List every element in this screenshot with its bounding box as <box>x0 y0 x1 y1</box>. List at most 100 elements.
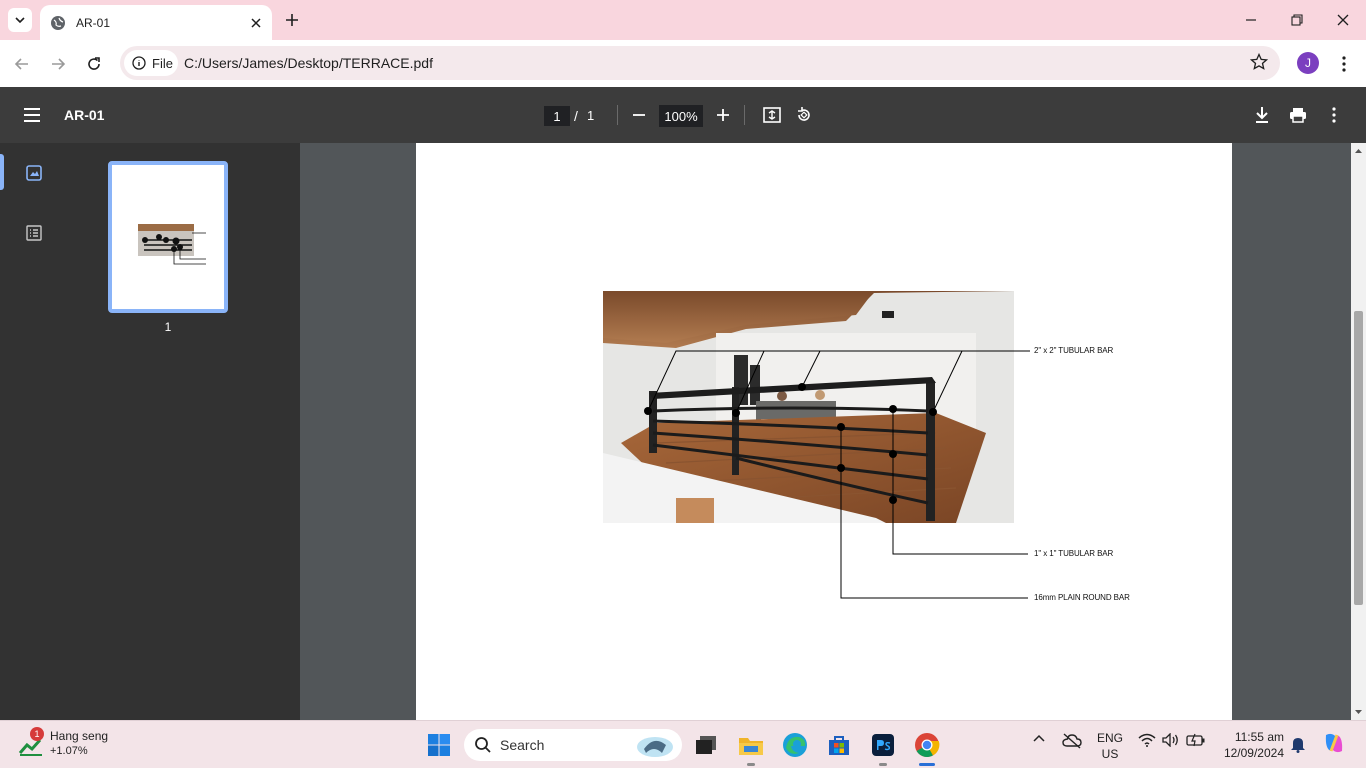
zoom-in-icon <box>717 109 729 121</box>
print-button[interactable] <box>1286 103 1310 127</box>
callout-label: 16mm PLAIN ROUND BAR <box>1034 593 1130 602</box>
download-icon <box>1256 107 1268 123</box>
hamburger-icon <box>24 108 40 122</box>
avatar[interactable]: J <box>1297 52 1319 74</box>
notification-badge: 1 <box>30 727 44 741</box>
tab-active[interactable]: AR-01 <box>40 5 272 40</box>
bookmark-button[interactable] <box>1249 52 1269 76</box>
network-button[interactable] <box>1138 733 1156 747</box>
more-vert-icon <box>1332 107 1336 123</box>
rotate-icon <box>798 107 810 121</box>
clock-date: 12/09/2024 <box>1223 746 1284 760</box>
pdf-sidebar: 1 <box>0 143 300 720</box>
restore-button[interactable] <box>1274 0 1320 40</box>
close-tab-button[interactable] <box>246 13 266 33</box>
chrome-button[interactable] <box>909 727 945 766</box>
language-line1: ENG <box>1097 731 1124 745</box>
forward-button[interactable] <box>44 50 72 78</box>
address-bar[interactable]: File C:/Users/James/Desktop/TERRACE.pdf <box>120 46 1280 80</box>
outline-tab[interactable] <box>22 221 46 245</box>
task-view-icon <box>696 736 716 754</box>
site-info-chip[interactable]: File <box>124 50 178 76</box>
site-chip-label: File <box>152 55 173 71</box>
photoshop-button[interactable] <box>865 727 901 766</box>
active-indicator <box>0 154 4 190</box>
clock[interactable]: 11:55 am 12/09/2024 <box>1216 729 1284 761</box>
pdf-more-button[interactable] <box>1322 103 1346 127</box>
globe-icon <box>50 15 66 31</box>
tab-list-button[interactable] <box>8 8 32 32</box>
battery-button[interactable] <box>1186 733 1206 747</box>
zoom-input[interactable]: 100% <box>659 105 703 127</box>
store-icon <box>829 736 849 755</box>
copilot-button[interactable] <box>1322 731 1346 755</box>
taskbar-search[interactable]: Search <box>464 729 682 761</box>
wifi-icon <box>1138 733 1156 747</box>
close-window-button[interactable] <box>1320 0 1366 40</box>
file-explorer-icon <box>739 738 763 755</box>
language-indicator[interactable]: ENG US <box>1097 730 1123 762</box>
zoom-in-button[interactable] <box>711 103 735 127</box>
language-line2: US <box>1101 747 1119 761</box>
clock-time: 11:55 am <box>1234 730 1284 744</box>
page-thumbnail[interactable] <box>108 161 228 313</box>
outline-icon <box>26 225 42 241</box>
thumbnails-icon <box>26 165 42 181</box>
tab-strip: AR-01 <box>0 0 1366 40</box>
reload-button[interactable] <box>80 50 108 78</box>
edge-button[interactable] <box>777 727 813 763</box>
scroll-down-icon <box>1355 710 1362 714</box>
toolbar-divider <box>744 105 745 125</box>
reload-icon <box>88 57 100 70</box>
thumbnails-tab[interactable] <box>22 161 46 185</box>
task-view-button[interactable] <box>688 727 724 763</box>
callout-label: 1" x 1" TUBULAR BAR <box>1034 549 1114 558</box>
sidebar-toggle-button[interactable] <box>20 103 44 127</box>
stock-widget[interactable]: 1 Hang seng +1.07% <box>18 727 128 761</box>
rotate-button[interactable] <box>792 103 816 127</box>
bell-icon <box>1291 738 1305 753</box>
page-number-input[interactable]: 1 <box>544 106 570 126</box>
chrome-icon <box>915 733 940 758</box>
restore-icon <box>1291 14 1303 26</box>
browser-toolbar: File C:/Users/James/Desktop/TERRACE.pdf … <box>0 40 1366 87</box>
close-icon <box>1337 14 1349 26</box>
search-icon <box>475 737 491 753</box>
back-button[interactable] <box>8 50 36 78</box>
pdf-viewport[interactable]: 2" x 2" TUBULAR BAR 1" x 1" TUBULAR BAR … <box>300 143 1351 720</box>
widget-name: Hang seng <box>50 729 109 743</box>
forward-icon <box>52 58 66 70</box>
scrollbar-thumb[interactable] <box>1354 311 1363 605</box>
tab-list-icon <box>15 17 25 24</box>
windows-start-icon <box>428 734 450 756</box>
star-icon <box>1249 52 1269 70</box>
running-indicator <box>879 763 887 766</box>
zoom-out-button[interactable] <box>627 103 651 127</box>
new-tab-button[interactable] <box>280 8 304 32</box>
store-button[interactable] <box>821 727 857 763</box>
notifications-button[interactable] <box>1290 735 1306 753</box>
onedrive-status[interactable] <box>1062 733 1082 749</box>
document-title: AR-01 <box>64 107 105 123</box>
fit-page-button[interactable] <box>760 103 784 127</box>
thumbnail-preview <box>114 167 222 307</box>
url-text: C:/Users/James/Desktop/TERRACE.pdf <box>184 55 433 71</box>
vertical-scrollbar[interactable] <box>1351 143 1366 720</box>
running-indicator <box>747 763 755 766</box>
file-explorer-button[interactable] <box>733 727 769 766</box>
download-button[interactable] <box>1250 103 1274 127</box>
browser-menu-button[interactable] <box>1334 52 1354 76</box>
info-icon <box>132 56 146 70</box>
show-hidden-icons-button[interactable] <box>1032 733 1046 743</box>
cloud-off-icon <box>1062 733 1082 749</box>
minimize-button[interactable] <box>1228 0 1274 40</box>
more-vert-icon <box>1342 56 1346 72</box>
start-button[interactable] <box>421 727 457 763</box>
scroll-up-icon <box>1355 149 1362 153</box>
page-total: 1 <box>587 108 595 123</box>
volume-button[interactable] <box>1162 733 1180 747</box>
search-label: Search <box>500 737 545 753</box>
pdf-page: 2" x 2" TUBULAR BAR 1" x 1" TUBULAR BAR … <box>416 143 1232 720</box>
callout-label: 2" x 2" TUBULAR BAR <box>1034 346 1114 355</box>
thumbnail-page-number: 1 <box>164 320 172 334</box>
